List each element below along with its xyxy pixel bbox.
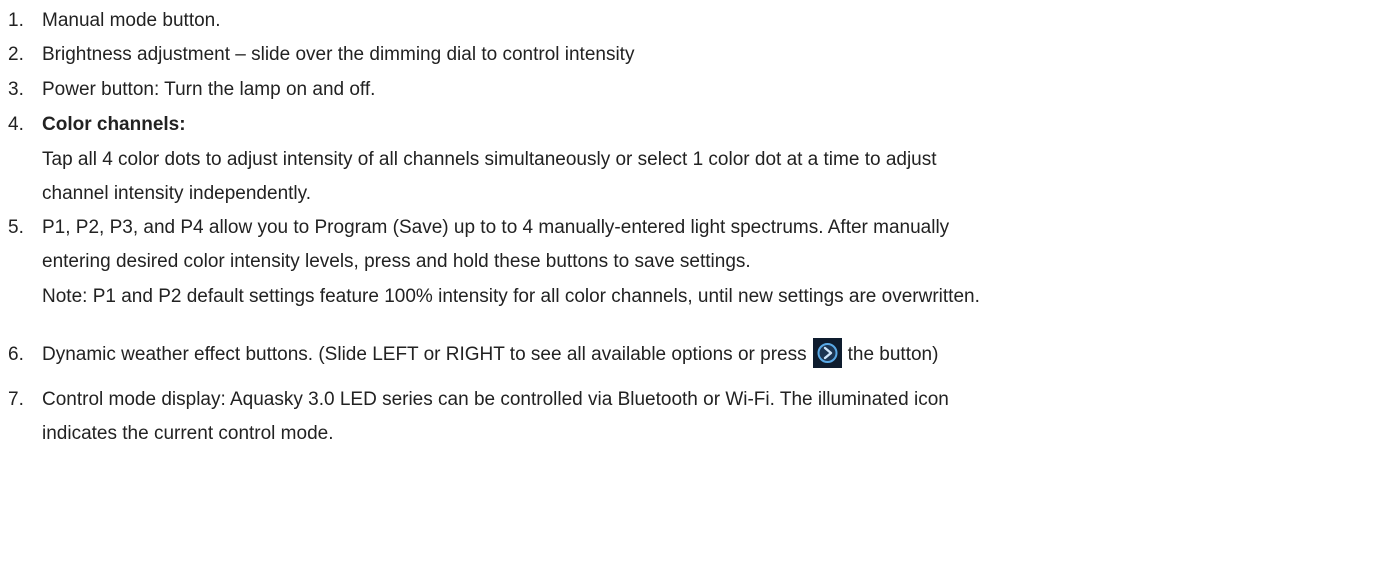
list-item-4: 4. Color channels: bbox=[8, 114, 186, 136]
item-number: 6. bbox=[8, 344, 24, 365]
next-arrow-icon bbox=[812, 338, 842, 368]
item-4-body-line-2: channel intensity independently. bbox=[42, 183, 312, 204]
list-item-7: 7. Control mode display: Aquasky 3.0 LED … bbox=[8, 389, 949, 411]
item-text: P1, P2, P3, and P4 allow you to Program … bbox=[42, 217, 950, 238]
item-5-line-3: Note: P1 and P2 default settings feature… bbox=[42, 286, 980, 307]
item-7-line-2: indicates the current control mode. bbox=[42, 423, 334, 444]
item-number: 1. bbox=[8, 10, 24, 31]
list-item-5: 5. P1, P2, P3, and P4 allow you to Progra… bbox=[8, 217, 949, 239]
item-number: 5. bbox=[8, 217, 24, 238]
item-4-body-line-1: Tap all 4 color dots to adjust intensity… bbox=[42, 149, 937, 170]
item-number: 3. bbox=[8, 79, 24, 100]
list-item-1: 1. Manual mode button. bbox=[8, 10, 221, 32]
list-item-2: 2. Brightness adjustment – slide over the… bbox=[8, 44, 634, 66]
item-number: 4. bbox=[8, 114, 24, 135]
item-text: Power button: Turn the lamp on and off. bbox=[42, 79, 376, 100]
item-number: 2. bbox=[8, 44, 24, 65]
item-text: Manual mode button. bbox=[42, 10, 221, 31]
list-item-3: 3. Power button: Turn the lamp on and off… bbox=[8, 79, 375, 101]
item-text-after: the button) bbox=[847, 344, 939, 365]
item-number: 7. bbox=[8, 389, 24, 410]
list-item-6: 6. Dynamic weather effect buttons. (Slide… bbox=[8, 338, 938, 372]
item-title: Color channels: bbox=[42, 114, 186, 135]
item-text: Control mode display: Aquasky 3.0 LED se… bbox=[42, 389, 949, 410]
item-text-before: Dynamic weather effect buttons. (Slide L… bbox=[42, 344, 807, 365]
item-text: Brightness adjustment – slide over the d… bbox=[42, 44, 635, 65]
item-5-line-2: entering desired color intensity levels,… bbox=[42, 251, 751, 272]
instruction-list: 1. Manual mode button. 2. Brightness adjus… bbox=[0, 0, 1399, 583]
